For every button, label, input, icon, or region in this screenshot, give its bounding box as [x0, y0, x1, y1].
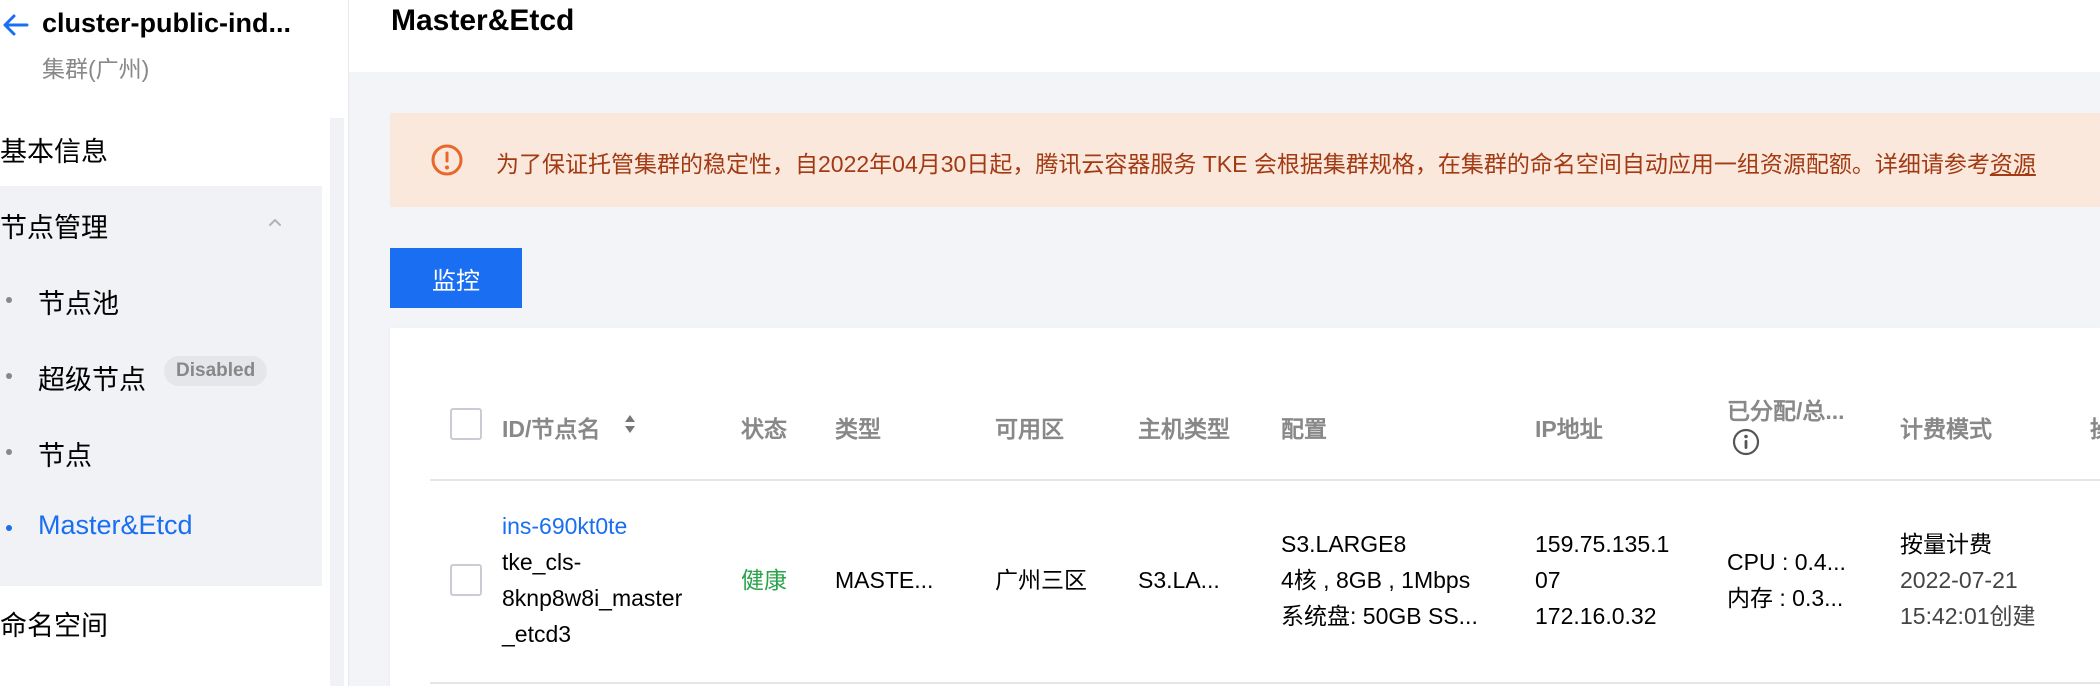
select-all-checkbox[interactable] — [450, 408, 482, 440]
sidebar: cluster-public-ind... 集群(广州) 基本信息 节点管理 节… — [0, 0, 348, 686]
column-header-billing: 计费模式 — [1900, 416, 1992, 442]
created-time: 15:42:01创建 — [1900, 603, 2036, 629]
ip-line: 07 — [1535, 567, 1561, 593]
row-checkbox[interactable] — [450, 564, 482, 596]
config-line: 4核 , 8GB , 1Mbps — [1281, 567, 1471, 593]
disabled-badge: Disabled — [164, 356, 268, 386]
column-header-allocated: 已分配/总... — [1727, 398, 1845, 424]
sort-icon[interactable] — [622, 412, 638, 436]
sidebar-item-label: Master&Etcd — [38, 510, 193, 540]
sidebar-item-basic-info[interactable]: 基本信息 — [0, 130, 108, 169]
warning-icon — [430, 143, 464, 177]
notice-message: 为了保证托管集群的稳定性，自2022年04月30日起，腾讯云容器服务 TKE 会… — [496, 151, 1990, 177]
sidebar-item-label: 超级节点 — [38, 365, 146, 395]
table-header-divider — [430, 479, 2100, 481]
config-line: S3.LARGE8 — [1281, 531, 1407, 557]
node-table: ID/节点名 状态 类型 可用区 主机类型 配置 IP地址 已分配/总... 计… — [390, 328, 2100, 686]
column-header-zone: 可用区 — [995, 416, 1064, 442]
sidebar-item-node-pool[interactable]: 节点池 — [0, 280, 320, 320]
node-name-line: _etcd3 — [502, 621, 572, 647]
node-type: MASTE... — [835, 567, 934, 593]
created-date: 2022-07-21 — [1900, 567, 2018, 593]
column-header-ip: IP地址 — [1535, 416, 1603, 442]
billing-mode: 按量计费 — [1900, 531, 1992, 557]
page-header: Master&Etcd — [349, 0, 2100, 72]
cpu-allocation: CPU : 0.4... — [1727, 549, 1846, 575]
table-row-divider — [430, 682, 2100, 684]
bullet-icon — [6, 525, 12, 531]
page-title: Master&Etcd — [391, 4, 575, 37]
back-arrow-icon[interactable] — [0, 10, 30, 40]
bullet-icon — [6, 373, 12, 379]
bullet-icon — [6, 297, 12, 303]
sidebar-divider — [348, 0, 349, 686]
column-header-id[interactable]: ID/节点名 — [502, 410, 600, 444]
chevron-up-icon[interactable] — [265, 214, 285, 230]
cluster-name: cluster-public-ind... — [42, 8, 292, 38]
column-header-host-type: 主机类型 — [1138, 416, 1230, 442]
sidebar-item-node-management[interactable]: 节点管理 — [0, 206, 108, 245]
node-id-link[interactable]: ins-690kt0te — [502, 508, 627, 544]
ip-line: 172.16.0.32 — [1535, 603, 1657, 629]
column-header-actions: 操 — [2090, 410, 2100, 444]
quota-notice: 为了保证托管集群的稳定性，自2022年04月30日起，腾讯云容器服务 TKE 会… — [390, 113, 2100, 207]
sidebar-scrollbar[interactable] — [330, 118, 344, 686]
sidebar-item-label: 节点池 — [38, 289, 119, 319]
availability-zone: 广州三区 — [995, 567, 1087, 593]
cluster-region: 集群(广州) — [42, 56, 150, 82]
config-line: 系统盘: 50GB SS... — [1281, 603, 1478, 629]
memory-allocation: 内存 : 0.3... — [1727, 585, 1844, 611]
monitor-button[interactable]: 监控 — [390, 248, 522, 308]
node-name-line: tke_cls- — [502, 549, 582, 575]
column-header-type: 类型 — [835, 416, 881, 442]
sidebar-item-namespace[interactable]: 命名空间 — [0, 604, 108, 643]
info-icon[interactable] — [1732, 428, 1760, 456]
column-header-status: 状态 — [741, 416, 787, 442]
sidebar-item-super-node[interactable]: 超级节点 Disabled — [0, 356, 320, 396]
notice-text: 为了保证托管集群的稳定性，自2022年04月30日起，腾讯云容器服务 TKE 会… — [496, 145, 2036, 179]
column-header-config: 配置 — [1281, 416, 1327, 442]
notice-link[interactable]: 资源 — [1990, 151, 2036, 177]
host-type: S3.LA... — [1138, 567, 1220, 593]
cluster-header: cluster-public-ind... 集群(广州) — [0, 0, 348, 90]
sidebar-item-label: 节点 — [38, 441, 92, 471]
sidebar-item-master-etcd[interactable]: Master&Etcd — [0, 508, 320, 548]
node-name-line: 8knp8w8i_master — [502, 585, 683, 611]
ip-line: 159.75.135.1 — [1535, 531, 1670, 557]
sidebar-item-node[interactable]: 节点 — [0, 432, 320, 472]
bullet-icon — [6, 449, 12, 455]
status-healthy: 健康 — [741, 567, 787, 593]
